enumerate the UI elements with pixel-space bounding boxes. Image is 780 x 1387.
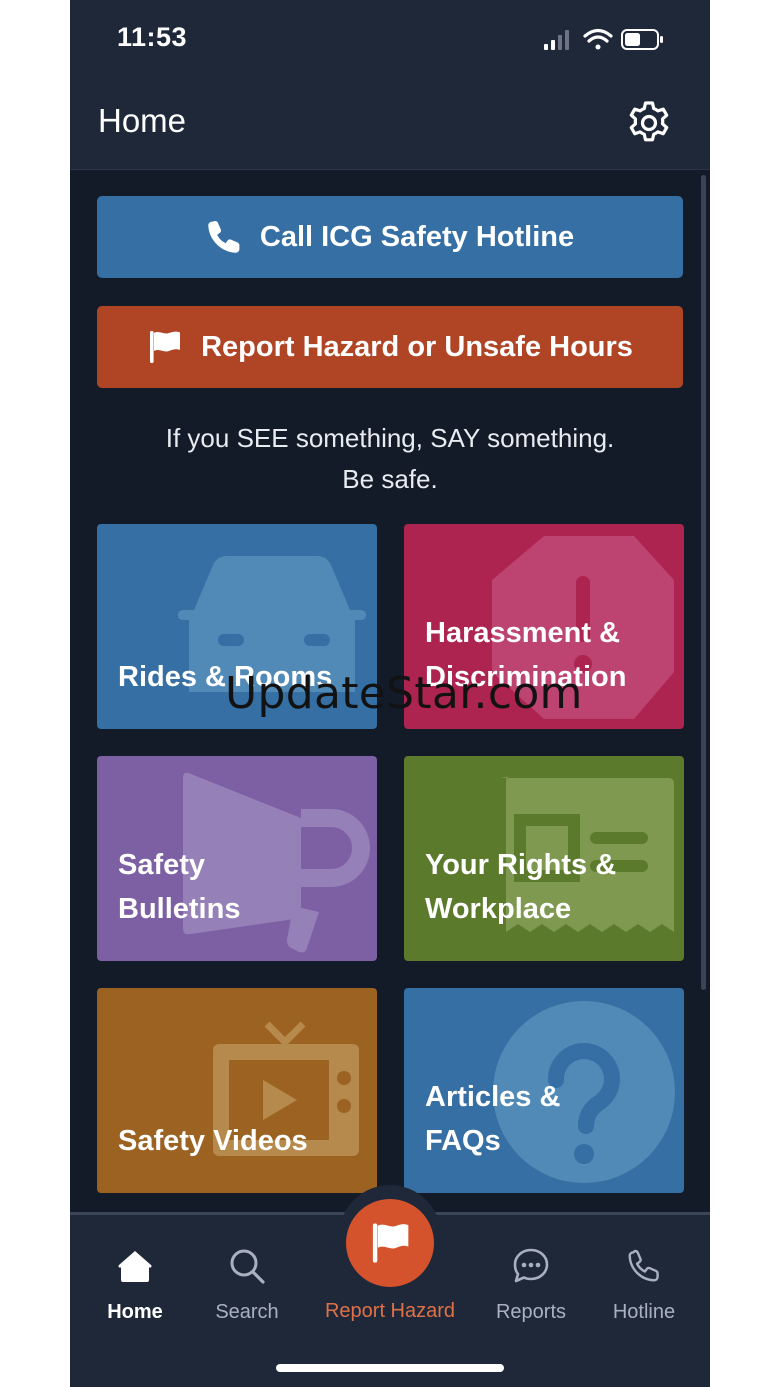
settings-button[interactable] bbox=[624, 98, 674, 148]
tab-reports[interactable]: Reports bbox=[476, 1245, 586, 1324]
tab-search[interactable]: Search bbox=[192, 1245, 302, 1324]
tab-label: Home bbox=[107, 1301, 163, 1323]
app-screen: 11:53 Home Call ICG Safety Hotline Repor… bbox=[70, 0, 710, 1387]
tab-label: Reports bbox=[495, 1301, 567, 1323]
tile-safety-bulletins[interactable]: Safety Bulletins bbox=[97, 756, 377, 961]
status-icons bbox=[544, 28, 663, 50]
tile-label: Your Rights & Workplace bbox=[425, 849, 617, 925]
watermark: UpdateStar.com bbox=[225, 668, 583, 719]
tile-label: Safety Videos bbox=[118, 1125, 308, 1157]
call-hotline-label: Call ICG Safety Hotline bbox=[259, 220, 575, 253]
tile-label: Articles & FAQs bbox=[425, 1081, 561, 1157]
gear-icon bbox=[629, 101, 669, 142]
report-hazard-button[interactable]: Report Hazard or Unsafe Hours bbox=[97, 306, 683, 388]
home-indicator bbox=[276, 1364, 504, 1372]
report-hazard-label: Report Hazard or Unsafe Hours bbox=[201, 330, 633, 363]
flag-icon bbox=[150, 331, 181, 363]
tab-label: Search bbox=[215, 1301, 279, 1323]
flag-icon bbox=[372, 1223, 409, 1263]
tab-home[interactable]: Home bbox=[80, 1245, 190, 1324]
page-title: Home bbox=[98, 102, 187, 139]
chat-bubble-icon bbox=[513, 1248, 549, 1283]
tagline-text: If you SEE something, SAY something. Be … bbox=[165, 423, 615, 494]
tile-articles-faqs[interactable]: Articles & FAQs bbox=[404, 988, 684, 1193]
status-bar: 11:53 bbox=[70, 0, 710, 80]
call-hotline-button[interactable]: Call ICG Safety Hotline bbox=[97, 196, 683, 278]
safety-tagline: If you SEE something, SAY something. Be … bbox=[70, 418, 710, 500]
phone-icon bbox=[628, 1249, 659, 1282]
battery-icon bbox=[621, 29, 663, 50]
app-header: Home bbox=[70, 80, 710, 170]
home-icon bbox=[118, 1251, 152, 1282]
wifi-icon bbox=[583, 28, 613, 50]
signal-icon bbox=[544, 30, 569, 50]
phone-icon bbox=[208, 221, 240, 253]
tile-label: Safety Bulletins bbox=[118, 849, 241, 925]
tile-rights-workplace[interactable]: Your Rights & Workplace bbox=[404, 756, 684, 961]
tile-safety-videos[interactable]: Safety Videos bbox=[97, 988, 377, 1193]
report-hazard-fab[interactable] bbox=[346, 1199, 434, 1287]
search-icon bbox=[230, 1249, 265, 1284]
status-time: 11:53 bbox=[117, 22, 188, 52]
tab-label: Hotline bbox=[612, 1301, 676, 1323]
tab-report-hazard-label[interactable]: Report Hazard bbox=[300, 1300, 480, 1323]
tab-hotline[interactable]: Hotline bbox=[589, 1245, 699, 1324]
scrollbar[interactable] bbox=[701, 175, 706, 990]
